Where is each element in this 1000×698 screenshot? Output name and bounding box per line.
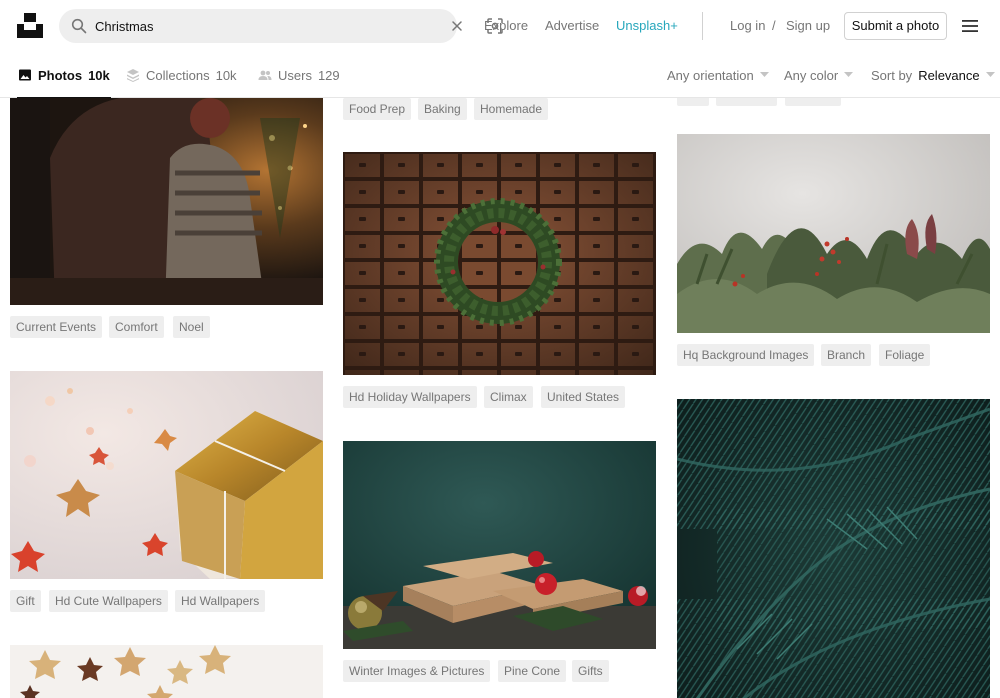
signup-link[interactable]: Sign up xyxy=(786,18,830,33)
nav-advertise-link[interactable]: Advertise xyxy=(545,18,599,33)
tag-homemade[interactable]: Homemade xyxy=(474,98,549,120)
tab-collections-label: Collections xyxy=(146,67,210,83)
sort-value: Relevance xyxy=(918,67,980,83)
nav-unsplash-plus-link[interactable]: Unsplash+ xyxy=(616,18,678,33)
hamburger-menu-icon[interactable] xyxy=(961,18,979,34)
users-icon xyxy=(258,70,272,80)
sort-dropdown[interactable]: Sort by Relevance xyxy=(871,52,995,98)
tag-winter-images[interactable]: Winter Images & Pictures xyxy=(343,660,491,682)
tag-pine-cone[interactable]: Pine Cone xyxy=(498,660,567,682)
tab-photos-label: Photos xyxy=(38,67,83,83)
submit-photo-button[interactable]: Submit a photo xyxy=(844,12,947,40)
unsplash-logo[interactable] xyxy=(17,13,43,38)
top-navbar: Explore Advertise Unsplash+ Log in / Sig… xyxy=(0,0,1000,52)
tag-hd-cute-wallpapers[interactable]: Hd Cute Wallpapers xyxy=(49,590,168,612)
color-label: Any color xyxy=(784,67,839,83)
chevron-down-icon xyxy=(985,72,995,77)
photo-gift-image xyxy=(10,371,323,579)
photo-gold-gift[interactable] xyxy=(10,371,323,579)
sort-prefix: Sort by xyxy=(871,67,913,83)
photo-grid: Current Events Comfort Noel Gift Hd Cute… xyxy=(0,98,1000,698)
filter-bar: Photos 10k Collections 10k Users 129 Any… xyxy=(0,52,1000,99)
tag-partial-1[interactable] xyxy=(677,98,709,106)
tab-users[interactable]: Users 129 xyxy=(258,52,340,98)
tab-photos-count: 10k xyxy=(88,67,110,83)
chevron-down-icon xyxy=(759,72,769,77)
search-icon[interactable] xyxy=(71,18,87,34)
tag-gift[interactable]: Gift xyxy=(10,590,41,612)
tab-users-count: 129 xyxy=(317,67,340,83)
tag-food-prep[interactable]: Food Prep xyxy=(343,98,412,120)
search-input[interactable] xyxy=(95,15,375,37)
close-icon[interactable] xyxy=(448,17,466,35)
photo-star-cookies[interactable] xyxy=(10,645,323,698)
photo-wreath-image xyxy=(343,152,656,375)
tab-collections[interactable]: Collections 10k xyxy=(126,52,237,98)
tag-current-events[interactable]: Current Events xyxy=(10,316,103,338)
tag-united-states[interactable]: United States xyxy=(541,386,626,408)
photo-pine-image xyxy=(677,399,990,698)
tag-hd-holiday-wallpapers[interactable]: Hd Holiday Wallpapers xyxy=(343,386,477,408)
tag-climax[interactable]: Climax xyxy=(484,386,533,408)
color-dropdown[interactable]: Any color xyxy=(784,52,854,98)
chevron-down-icon xyxy=(844,72,854,77)
tag-gifts[interactable]: Gifts xyxy=(572,660,609,682)
tag-comfort[interactable]: Comfort xyxy=(109,316,164,338)
tag-baking[interactable]: Baking xyxy=(418,98,467,120)
nav-explore-link[interactable]: Explore xyxy=(484,18,528,33)
tag-branch[interactable]: Branch xyxy=(821,344,872,366)
search-bar xyxy=(59,9,503,43)
photo-cookies-image xyxy=(10,645,323,698)
orientation-label: Any orientation xyxy=(667,67,754,83)
photo-foliage-image xyxy=(677,134,990,333)
tag-hd-wallpapers[interactable]: Hd Wallpapers xyxy=(175,590,266,612)
nav-divider xyxy=(702,12,703,40)
tab-collections-count: 10k xyxy=(215,67,237,83)
photo-gifts-image xyxy=(343,441,656,649)
tag-hq-background-images[interactable]: Hq Background Images xyxy=(677,344,815,366)
photo-pine-branches[interactable] xyxy=(677,399,990,698)
tag-partial-3[interactable] xyxy=(785,98,841,106)
tag-partial-2[interactable] xyxy=(716,98,777,106)
photo-kraft-gifts[interactable] xyxy=(343,441,656,649)
photo-couple-christmas[interactable] xyxy=(10,98,323,305)
tag-noel[interactable]: Noel xyxy=(173,316,210,338)
collections-icon xyxy=(127,69,139,82)
tab-photos[interactable]: Photos 10k xyxy=(17,52,111,99)
tab-users-label: Users xyxy=(278,67,312,83)
login-link[interactable]: Log in xyxy=(730,18,765,33)
tag-foliage[interactable]: Foliage xyxy=(879,344,931,366)
auth-separator: / xyxy=(772,18,776,33)
photo-icon xyxy=(19,69,31,81)
orientation-dropdown[interactable]: Any orientation xyxy=(667,52,769,98)
photo-winter-foliage[interactable] xyxy=(677,134,990,333)
photo-couple-image xyxy=(10,98,323,305)
photo-wreath-drawers[interactable] xyxy=(343,152,656,375)
